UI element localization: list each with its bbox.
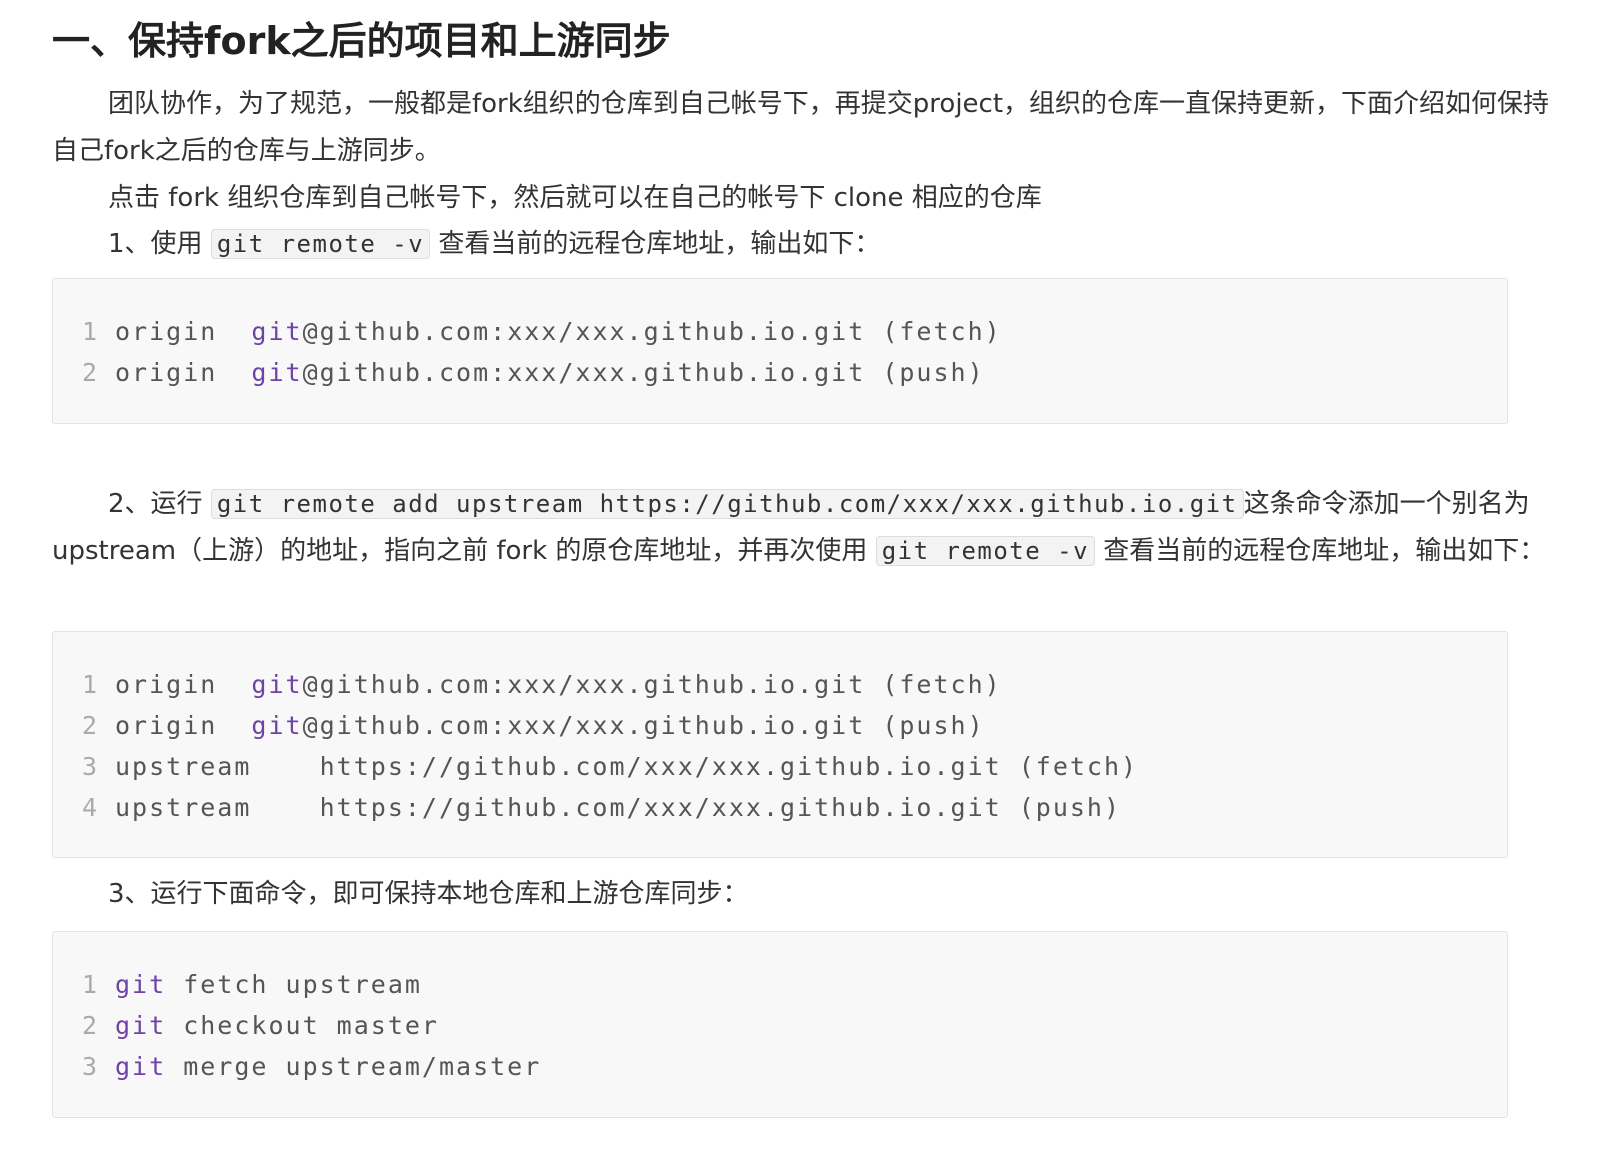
code-keyword: git <box>115 1052 167 1081</box>
code-block-2: 1 origin git@github.com:xxx/xxx.github.io… <box>52 631 1508 858</box>
code-text: origin <box>115 711 252 740</box>
code-line: 3 git merge upstream/master <box>53 1046 1507 1087</box>
line-number: 3 <box>81 752 99 781</box>
code-text: @github.com:xxx/xxx.github.io.git (fetch… <box>302 670 1002 699</box>
line-number: 2 <box>81 711 99 740</box>
fork-note: 点击 fork 组织仓库到自己帐号下，然后就可以在自己的帐号下 clone 相应… <box>108 183 1042 213</box>
step2-prefix: 2、运行 <box>108 489 211 519</box>
code-keyword: git <box>251 711 303 740</box>
code-keyword: git <box>251 317 303 346</box>
code-text: @github.com:xxx/xxx.github.io.git (push) <box>302 711 985 740</box>
step1-suffix: 查看当前的远程仓库地址，输出如下： <box>430 229 881 259</box>
code-line: 3 upstream https://github.com/xxx/xxx.git… <box>53 746 1507 787</box>
code-block-1: 1 origin git@github.com:xxx/xxx.github.io… <box>52 278 1508 424</box>
line-number: 2 <box>81 358 99 387</box>
step3-paragraph: 3、运行下面命令，即可保持本地仓库和上游仓库同步： <box>108 879 749 909</box>
code-line: 1 origin git@github.com:xxx/xxx.github.io… <box>53 664 1507 705</box>
line-number: 1 <box>81 670 99 699</box>
code-text: checkout master <box>166 1011 439 1040</box>
code-text: origin <box>115 358 252 387</box>
code-text: upstream https://github.com/xxx/xxx.gith… <box>115 752 1139 781</box>
code-text: origin <box>115 670 252 699</box>
line-number: 4 <box>81 793 99 822</box>
code-line: 1 origin git@github.com:xxx/xxx.github.io… <box>53 311 1507 352</box>
code-text: fetch upstream <box>166 970 422 999</box>
code-line: 2 origin git@github.com:xxx/xxx.github.io… <box>53 705 1507 746</box>
code-keyword: git <box>115 1011 167 1040</box>
step1-paragraph: 1、使用 git remote -v 查看当前的远程仓库地址，输出如下： <box>52 221 1572 268</box>
code-keyword: git <box>115 970 167 999</box>
code-text: @github.com:xxx/xxx.github.io.git (push) <box>302 358 985 387</box>
line-number: 3 <box>81 1052 99 1081</box>
step2-paragraph: 2、运行 git remote add upstream https://git… <box>52 481 1572 575</box>
code-line: 1 git fetch upstream <box>53 964 1507 1005</box>
code-line: 2 git checkout master <box>53 1005 1507 1046</box>
code-keyword: git <box>251 670 303 699</box>
inline-code-git-remote-v: git remote -v <box>210 229 431 259</box>
inline-code-git-remote-v: git remote -v <box>875 536 1096 566</box>
code-text: origin <box>115 317 252 346</box>
line-number: 1 <box>81 317 99 346</box>
inline-code-add-upstream: git remote add upstream https://github.c… <box>210 489 1244 519</box>
code-block-3: 1 git fetch upstream 2 git checkout master… <box>52 931 1508 1118</box>
step1-prefix: 1、使用 <box>108 229 211 259</box>
step2-suffix: 查看当前的远程仓库地址，输出如下： <box>1095 536 1546 566</box>
code-text: @github.com:xxx/xxx.github.io.git (fetch… <box>302 317 1002 346</box>
code-line: 4 upstream https://github.com/xxx/xxx.git… <box>53 787 1507 828</box>
line-number: 2 <box>81 1011 99 1040</box>
code-keyword: git <box>251 358 303 387</box>
code-text: upstream https://github.com/xxx/xxx.gith… <box>115 793 1122 822</box>
intro-paragraph: 团队协作，为了规范，一般都是fork组织的仓库到自己帐号下，再提交project… <box>52 89 1550 166</box>
code-text: merge upstream/master <box>166 1052 542 1081</box>
line-number: 1 <box>81 970 99 999</box>
code-line: 2 origin git@github.com:xxx/xxx.github.io… <box>53 352 1507 393</box>
page-title: 一、保持fork之后的项目和上游同步 <box>52 19 671 63</box>
